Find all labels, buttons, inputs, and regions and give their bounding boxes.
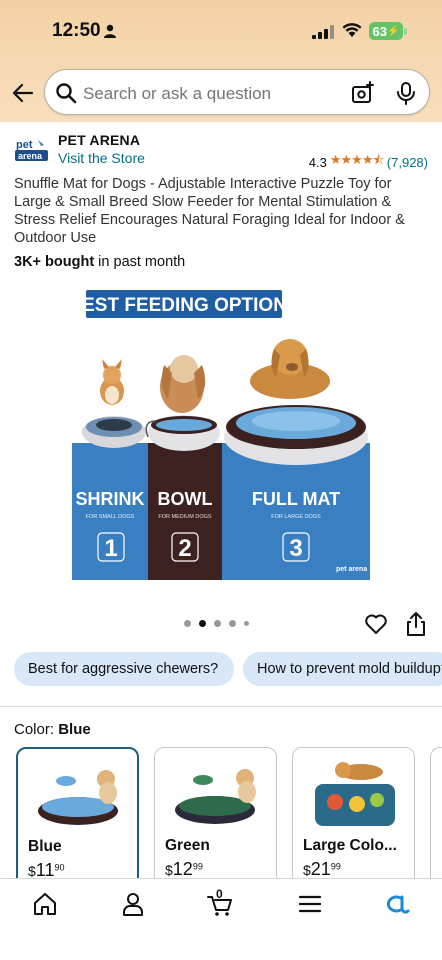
panel-3-label: FULL MAT [252,489,340,509]
product-image[interactable]: BEST FEEDING OPTIONS SHRINK FOR SMALL DO… [72,287,372,583]
variant-price-dollars: 12 [172,859,193,879]
share-icon[interactable] [405,611,427,637]
product-title: Snuffle Mat for Dogs - Adjustable Intera… [14,176,405,246]
visit-store-link[interactable]: Visit the Store [58,150,145,166]
small-dog-illustration [100,359,124,405]
rating-count[interactable]: (7,928) [387,155,428,170]
question-chip[interactable]: Best for aggressive chewers? [14,652,234,686]
carousel-dots[interactable] [184,620,249,627]
carousel-dot[interactable] [229,620,236,627]
carousel-dot[interactable] [244,621,249,626]
variant-price-dollars: 11 [35,860,55,880]
color-label-text: Color: [14,721,55,738]
variant-name: Large Colo... [303,837,397,854]
rufus-ai-icon[interactable] [384,891,410,917]
battery-tip [404,28,407,35]
status-bar: 12:50 63 ⚡ [0,0,442,64]
svg-text:pet: pet [16,139,33,151]
bottom-nav: 0 [0,878,442,960]
image-banner-text: BEST FEEDING OPTIONS [72,295,300,316]
account-icon[interactable] [120,891,146,917]
menu-icon[interactable] [297,891,323,917]
person-icon [104,24,116,38]
variant-price-dollars: 21 [310,859,331,879]
variant-price: $1299 [165,859,203,879]
store-logo[interactable]: pet arena [14,137,50,163]
variant-card-blue[interactable]: Blue $1190 [16,747,139,887]
bought-count-rest: in past month [94,254,186,270]
rating-summary[interactable]: 4.3 ★★★★⯪ (7,928) [309,151,428,173]
variant-card-green[interactable]: Green $1299 [154,747,277,887]
color-selected-value: Blue [58,721,91,738]
color-label: Color: Blue [14,721,91,738]
panel-1-label: SHRINK [75,489,144,509]
variant-card-partial[interactable] [430,747,442,887]
variant-image [38,770,118,825]
carousel-dot[interactable] [214,620,221,627]
carousel-dot[interactable] [184,620,191,627]
store-name[interactable]: PET ARENA [58,132,140,148]
microphone-icon[interactable] [396,81,416,105]
svg-text:arena: arena [18,151,43,161]
shrink-mat-illustration [82,416,146,448]
large-dog-illustration [250,339,330,399]
home-icon[interactable] [32,891,58,917]
variant-name: Blue [28,838,62,855]
variant-price-cents: 90 [54,862,65,873]
full-mat-illustration [224,405,368,465]
panel-2-label: BOWL [158,489,213,509]
camera-search-icon[interactable] [351,81,375,105]
back-arrow-icon[interactable] [12,82,34,104]
panel-3-sub: FOR LARGE DOGS [271,514,321,520]
panel-2-sub: FOR MEDIUM DOGS [158,514,211,520]
rating-value: 4.3 [308,154,327,170]
image-logo: pet arena [336,566,367,573]
cart-count: 0 [216,887,223,901]
panel-2-number: 2 [178,535,191,562]
variant-card-large-color[interactable]: Large Colo... $2199 [292,747,415,887]
bought-count: 3K+ bought in past month [14,254,185,270]
star-rating-icon: ★★★★⯪ [329,152,385,167]
carousel-dot-active[interactable] [199,620,206,627]
battery-level: 63 [372,23,387,39]
variant-image [175,769,256,824]
wifi-icon [342,23,362,37]
battery-icon: 63 ⚡ [369,22,403,40]
question-chip[interactable]: How to prevent mold buildup? [243,652,442,686]
search-input[interactable] [83,84,343,104]
search-icon [56,83,77,104]
section-divider [0,706,442,707]
panel-3-number: 3 [289,535,302,562]
heart-icon[interactable] [364,612,388,636]
panel-1-number: 1 [104,535,117,562]
cellular-signal-icon [312,25,334,39]
bought-count-bold: 3K+ bought [14,254,95,270]
variant-price-cents: 99 [330,861,341,872]
panel-1-sub: FOR SMALL DOGS [86,514,135,520]
variant-price: $2199 [303,859,341,879]
medium-dog-illustration [160,355,206,413]
search-bar[interactable] [44,69,430,115]
variant-name: Green [165,837,210,854]
status-time: 12:50 [52,20,101,41]
variant-price-cents: 99 [192,861,203,872]
variant-image [315,762,395,826]
